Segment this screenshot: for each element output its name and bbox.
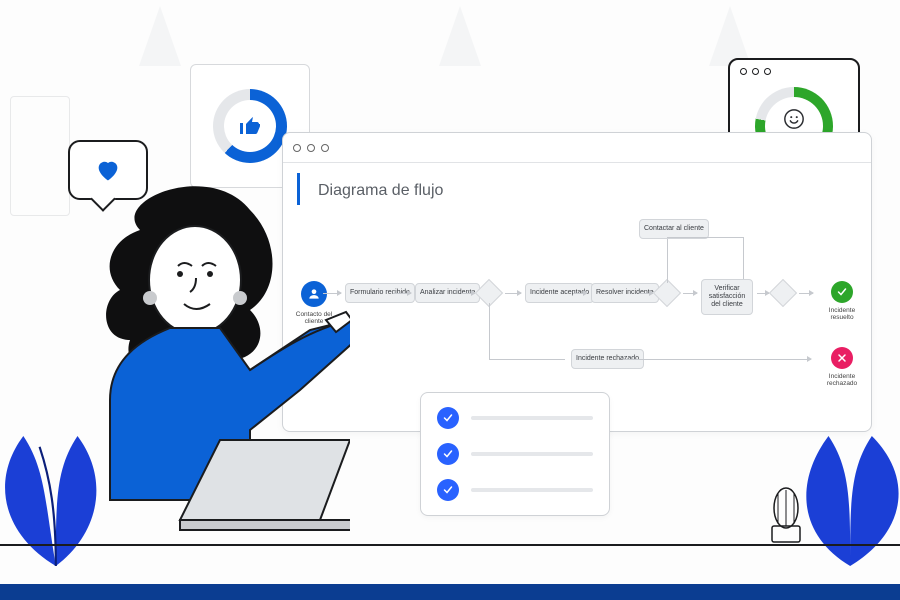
leaf-decor (806, 436, 900, 566)
flow-end-no-label: Incidente rechazado (817, 373, 867, 388)
window-title: Diagrama de flujo (297, 173, 871, 205)
decision-icon (653, 279, 681, 307)
bg-lamp (430, 6, 490, 66)
flow-connector (489, 359, 565, 360)
flow-step5-box: Verificar satisfacción del cliente (701, 279, 753, 315)
flow-arrow (461, 293, 475, 294)
checklist-card (420, 392, 610, 516)
checklist-placeholder (471, 488, 593, 492)
window-controls (740, 68, 771, 75)
smile-icon (783, 108, 805, 130)
flow-connector (743, 237, 744, 283)
flow-step5: Verificar satisfacción del cliente (701, 279, 753, 315)
flow-end-ok-label: Incidente resuelto (817, 307, 867, 322)
checklist-placeholder (471, 416, 593, 420)
thumbs-up-icon (238, 114, 262, 138)
bg-lamp (130, 6, 190, 66)
flow-arrow (799, 293, 813, 294)
check-icon (437, 443, 459, 465)
flow-arrow (757, 293, 769, 294)
flow-arrow (505, 293, 521, 294)
flow-window: Diagrama de flujo Contacto del cliente F… (282, 132, 872, 432)
window-titlebar (283, 133, 871, 163)
progress-ring (213, 89, 287, 163)
decision-icon (769, 279, 797, 307)
check-icon (437, 407, 459, 429)
window-dot (321, 144, 329, 152)
flow-arrow (393, 293, 411, 294)
flow-decision1 (479, 283, 499, 303)
check-icon (437, 479, 459, 501)
flow-arrow (623, 359, 811, 360)
checklist-item (437, 443, 593, 465)
leaf-decor (0, 436, 100, 566)
flow-arrow (573, 293, 587, 294)
window-dot (293, 144, 301, 152)
x-circle-icon (831, 347, 853, 369)
bg-lamp (700, 6, 760, 66)
checklist-item (437, 407, 593, 429)
desk-line (0, 544, 900, 546)
flow-connector (667, 237, 668, 283)
flow-decision2 (657, 283, 677, 303)
flow-arrow (683, 293, 697, 294)
checklist-placeholder (471, 452, 593, 456)
window-dot (307, 144, 315, 152)
flow-connector (667, 237, 743, 238)
flow-connector (489, 303, 490, 359)
check-circle-icon (831, 281, 853, 303)
flow-decision3 (773, 283, 793, 303)
flow-arrow (639, 293, 653, 294)
flow-end-no: Incidente rechazado (817, 347, 867, 388)
bottom-band (0, 584, 900, 600)
checklist-item (437, 479, 593, 501)
flow-end-ok: Incidente resuelto (817, 281, 867, 322)
cactus-decor (762, 472, 810, 544)
